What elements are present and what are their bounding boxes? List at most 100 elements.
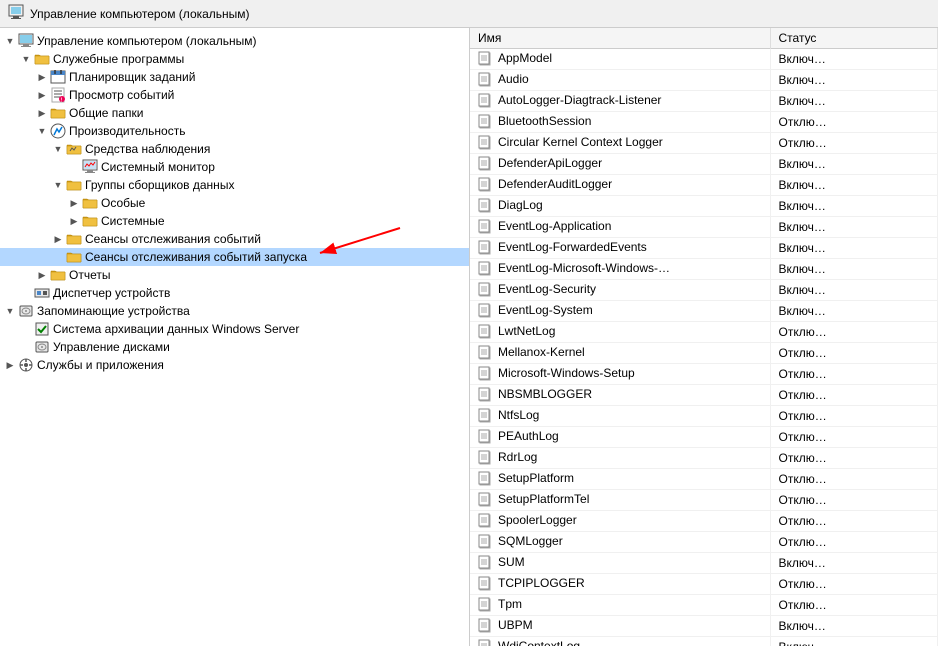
- expand-icon[interactable]: ▼: [50, 177, 66, 193]
- expand-icon[interactable]: ▼: [34, 123, 50, 139]
- table-row[interactable]: UBPMВключ…: [470, 616, 938, 637]
- tree-item-utilities[interactable]: ▼ Служебные программы: [0, 50, 469, 68]
- row-icon: [478, 114, 498, 128]
- expand-icon[interactable]: ▼: [50, 141, 66, 157]
- cell-name: AppModel: [470, 49, 770, 70]
- table-row[interactable]: DiagLogВключ…: [470, 196, 938, 217]
- expand-icon[interactable]: ▼: [2, 303, 18, 319]
- table-row[interactable]: DefenderApiLoggerВключ…: [470, 154, 938, 175]
- tree-item-startupsessions[interactable]: Сеансы отслеживания событий запуска: [0, 248, 469, 266]
- tree-item-folders[interactable]: ▶ Общие папки: [0, 104, 469, 122]
- expand-icon[interactable]: ▼: [18, 51, 34, 67]
- table-row[interactable]: SetupPlatformОтклю…: [470, 469, 938, 490]
- cell-name: RdrLog: [470, 448, 770, 469]
- tree-item-storage[interactable]: ▼ Запоминающие устройства: [0, 302, 469, 320]
- tree-item-devmgr[interactable]: Диспетчер устройств: [0, 284, 469, 302]
- cell-status: Отклю…: [770, 532, 938, 553]
- table-row[interactable]: EventLog-SystemВключ…: [470, 301, 938, 322]
- table-row[interactable]: Mellanox-KernelОтклю…: [470, 343, 938, 364]
- tree-item-eventsessions[interactable]: ▶ Сеансы отслеживания событий: [0, 230, 469, 248]
- cell-name: NtfsLog: [470, 406, 770, 427]
- row-icon: [478, 576, 498, 590]
- title-bar-text: Управление компьютером (локальным): [30, 7, 250, 21]
- tree-label-devmgr: Диспетчер устройств: [53, 286, 170, 300]
- table-row[interactable]: SpoolerLoggerОтклю…: [470, 511, 938, 532]
- cell-name-text: RdrLog: [498, 450, 537, 464]
- tree-item-diskmgmt[interactable]: Управление дисками: [0, 338, 469, 356]
- table-row[interactable]: NtfsLogОтклю…: [470, 406, 938, 427]
- row-icon: [478, 618, 498, 632]
- tree-item-perf[interactable]: ▼ Производительность: [0, 122, 469, 140]
- table-row[interactable]: TpmОтклю…: [470, 595, 938, 616]
- tree-item-wsbak[interactable]: Система архивации данных Windows Server: [0, 320, 469, 338]
- expand-icon[interactable]: ▶: [2, 357, 18, 373]
- table-row[interactable]: NBSMBLOGGERОтклю…: [470, 385, 938, 406]
- tree-item-special[interactable]: ▶ Особые: [0, 194, 469, 212]
- expand-icon[interactable]: ▶: [34, 267, 50, 283]
- expand-icon[interactable]: ▼: [2, 33, 18, 49]
- cell-name: DefenderAuditLogger: [470, 175, 770, 196]
- left-panel[interactable]: ▼ Управление компьютером (локальным) ▼: [0, 28, 470, 646]
- cell-name: Circular Kernel Context Logger: [470, 133, 770, 154]
- tree-item-tasksch[interactable]: ▶ Планировщик заданий: [0, 68, 469, 86]
- cell-name: EventLog-Application: [470, 217, 770, 238]
- cell-name-text: PEAuthLog: [498, 429, 559, 443]
- tree-label-diskmgmt: Управление дисками: [53, 340, 170, 354]
- tree-item-services[interactable]: ▶ Службы и приложения: [0, 356, 469, 374]
- table-row[interactable]: WdiContextLogВключ…: [470, 637, 938, 646]
- table-row[interactable]: SUMВключ…: [470, 553, 938, 574]
- table-row[interactable]: SetupPlatformTelОтклю…: [470, 490, 938, 511]
- table-row[interactable]: EventLog-Microsoft-Windows-…Включ…: [470, 259, 938, 280]
- tree-label-eventvwr: Просмотр событий: [69, 88, 174, 102]
- table-row[interactable]: PEAuthLogОтклю…: [470, 427, 938, 448]
- cell-name-text: AutoLogger-Diagtrack-Listener: [498, 93, 661, 107]
- table-row[interactable]: AudioВключ…: [470, 70, 938, 91]
- devmgr-icon: [34, 285, 50, 301]
- tree-item-root[interactable]: ▼ Управление компьютером (локальным): [0, 32, 469, 50]
- column-name[interactable]: Имя: [470, 28, 770, 49]
- expand-icon[interactable]: ▶: [34, 105, 50, 121]
- tree-item-datacollectors[interactable]: ▼ Группы сборщиков данных: [0, 176, 469, 194]
- tree-item-system[interactable]: ▶ Системные: [0, 212, 469, 230]
- expand-icon[interactable]: ▶: [34, 87, 50, 103]
- table-row[interactable]: Circular Kernel Context LoggerОтклю…: [470, 133, 938, 154]
- table-row[interactable]: SQMLoggerОтклю…: [470, 532, 938, 553]
- table-row[interactable]: EventLog-ForwardedEventsВключ…: [470, 238, 938, 259]
- table-row[interactable]: EventLog-SecurityВключ…: [470, 280, 938, 301]
- tree-item-eventvwr[interactable]: ▶ ! Просмотр событий: [0, 86, 469, 104]
- column-status[interactable]: Статус: [770, 28, 938, 49]
- table-row[interactable]: LwtNetLogОтклю…: [470, 322, 938, 343]
- table-row[interactable]: RdrLogОтклю…: [470, 448, 938, 469]
- tree-label-utilities: Служебные программы: [53, 52, 184, 66]
- tree-item-reports[interactable]: ▶ Отчеты: [0, 266, 469, 284]
- table-row[interactable]: Microsoft-Windows-SetupОтклю…: [470, 364, 938, 385]
- cell-status: Отклю…: [770, 469, 938, 490]
- expand-icon[interactable]: ▶: [34, 69, 50, 85]
- tree-label-monitors: Средства наблюдения: [85, 142, 210, 156]
- row-icon: [478, 72, 498, 86]
- cell-status: Отклю…: [770, 595, 938, 616]
- table-row[interactable]: DefenderAuditLoggerВключ…: [470, 175, 938, 196]
- disk-icon: [34, 339, 50, 355]
- table-row[interactable]: AutoLogger-Diagtrack-ListenerВключ…: [470, 91, 938, 112]
- cell-name: DefenderApiLogger: [470, 154, 770, 175]
- expand-icon[interactable]: ▶: [66, 213, 82, 229]
- cell-name: SetupPlatform: [470, 469, 770, 490]
- tree-label-storage: Запоминающие устройства: [37, 304, 190, 318]
- row-icon: [478, 555, 498, 569]
- cell-status: Отклю…: [770, 406, 938, 427]
- row-icon: [478, 93, 498, 107]
- tree-item-monitors[interactable]: ▼ Средства наблюдения: [0, 140, 469, 158]
- expand-icon[interactable]: ▶: [50, 231, 66, 247]
- tree-item-sysmon[interactable]: Системный монитор: [0, 158, 469, 176]
- table-row[interactable]: TCPIPLOGGERОтклю…: [470, 574, 938, 595]
- expand-spacer: [66, 159, 82, 175]
- cell-name: PEAuthLog: [470, 427, 770, 448]
- table-row[interactable]: BluetoothSessionОтклю…: [470, 112, 938, 133]
- row-icon: [478, 597, 498, 611]
- table-row[interactable]: AppModelВключ…: [470, 49, 938, 70]
- table-row[interactable]: EventLog-ApplicationВключ…: [470, 217, 938, 238]
- expand-icon[interactable]: ▶: [66, 195, 82, 211]
- cell-name-text: SetupPlatformTel: [498, 492, 589, 506]
- cell-name-text: EventLog-Security: [498, 282, 596, 296]
